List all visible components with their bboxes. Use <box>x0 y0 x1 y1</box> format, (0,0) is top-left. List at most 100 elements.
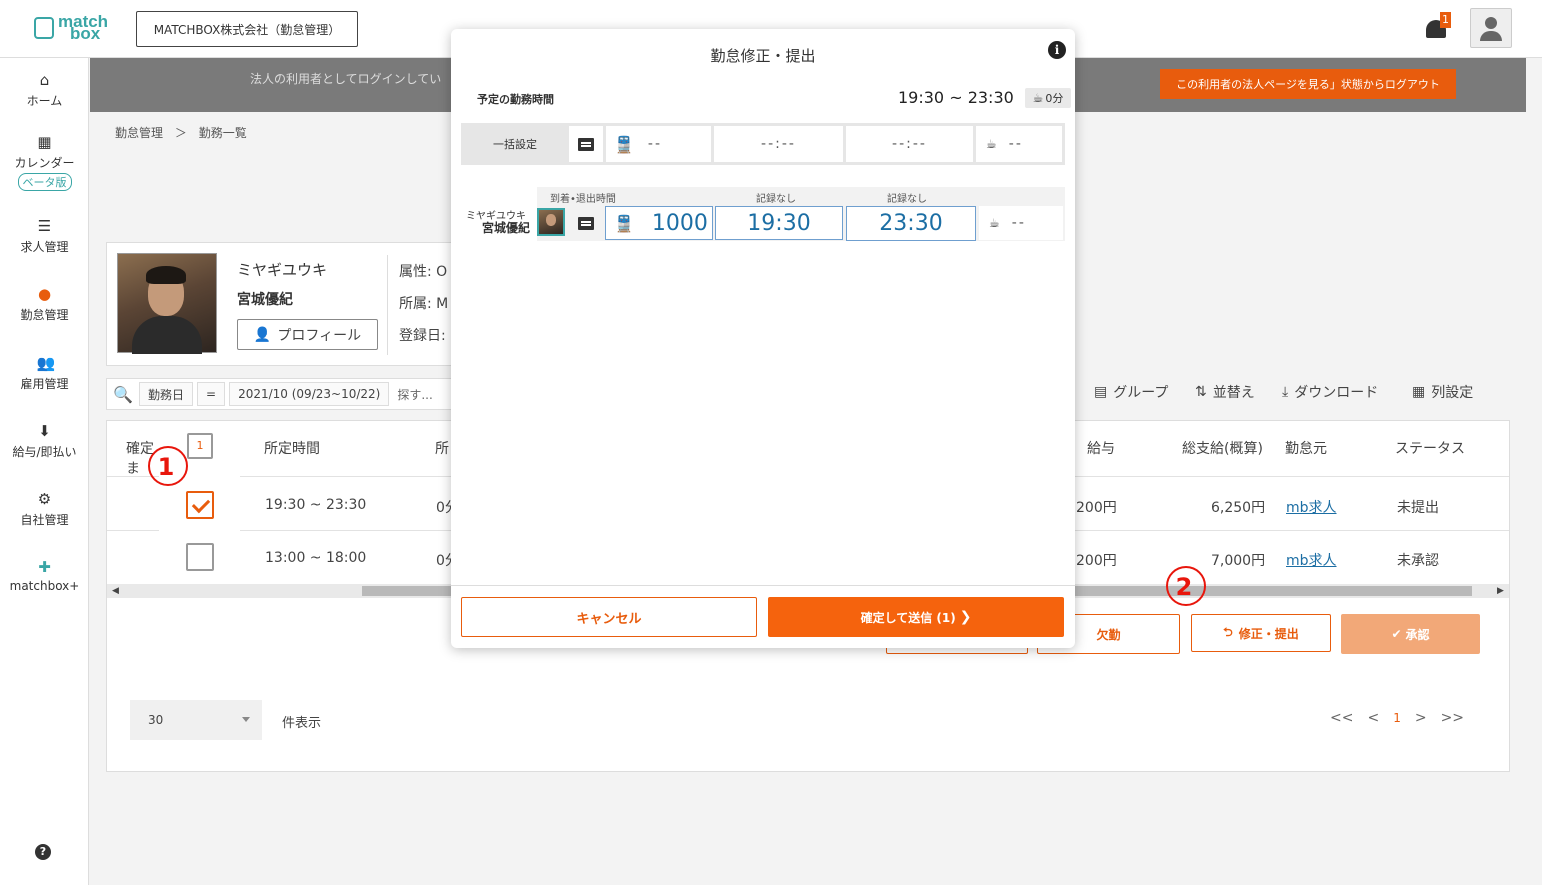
scroll-right-icon[interactable]: ▶ <box>1497 584 1504 598</box>
chevron-right-icon: ❯ <box>959 609 972 625</box>
sort-tool[interactable]: ⇅ 並替え <box>1195 382 1255 402</box>
sidebar-item-company[interactable]: ⚙ 自社管理 <box>0 491 89 528</box>
profile-button[interactable]: 👤 プロフィール <box>237 319 378 350</box>
next-page-button[interactable]: > <box>1415 710 1427 726</box>
employee-name: 宮城優紀 <box>482 221 531 235</box>
row2-scheduled: 13:00 ~ 18:00 <box>265 550 367 566</box>
breadcrumb-parent[interactable]: 勤怠管理 <box>115 126 163 140</box>
search-icon: 🔍 <box>113 384 133 404</box>
scheduled-time-label: 予定の勤務時間 <box>477 93 554 106</box>
row-checkbox[interactable] <box>186 491 214 519</box>
row2-wage: 200円 <box>1076 553 1117 569</box>
col-header-total: 総支給(概算) <box>1182 441 1263 457</box>
col-arrival-label: 到着•退出時間 <box>550 194 616 205</box>
employee-transport-input[interactable]: 🚆 1000 <box>605 206 713 240</box>
user-menu-button[interactable] <box>1470 8 1512 48</box>
row1-status: 未提出 <box>1397 500 1439 516</box>
approve-button[interactable]: ✔ 承認 <box>1341 614 1480 654</box>
salary-icon: ⬇ <box>38 422 51 440</box>
sort-icon: ⇅ <box>1195 384 1207 400</box>
sidebar-item-jobs[interactable]: ☰ 求人管理 <box>0 218 89 255</box>
users-icon: 👥 <box>36 354 56 372</box>
info-icon[interactable]: i <box>1048 41 1066 59</box>
col-header-confirm-2: ま <box>126 461 140 477</box>
employee-start-input[interactable]: 19:30 <box>715 206 843 240</box>
home-icon: ⌂ <box>39 71 50 89</box>
search-op-chip: = <box>197 382 226 406</box>
matchbox-logo[interactable]: match box <box>34 12 109 43</box>
bulk-end-field[interactable]: --:-- <box>846 126 973 162</box>
select-all-checkbox[interactable]: 1 <box>187 433 213 459</box>
pagination: << < 1 > >> <box>1330 710 1464 726</box>
fix-submit-button[interactable]: ⮌ 修正・提出 <box>1191 614 1331 652</box>
logout-as-user-button[interactable]: この利用者の法人ページを見る」状態からログアウト <box>1160 69 1456 99</box>
memo-icon <box>578 137 594 151</box>
breadcrumb: 勤怠管理 ＞ 勤務一覧 <box>115 126 247 140</box>
coffee-icon: ☕ <box>986 137 997 151</box>
coffee-icon: ☕ <box>989 216 1000 230</box>
col-header-source: 勤怠元 <box>1285 441 1327 457</box>
last-page-button[interactable]: >> <box>1441 710 1464 726</box>
bulk-memo-button[interactable] <box>569 126 603 162</box>
train-icon: 🚆 <box>614 134 634 154</box>
sidebar-item-home[interactable]: ⌂ ホーム <box>0 72 89 109</box>
employee-end-input[interactable]: 23:30 <box>846 206 976 241</box>
scroll-left-icon[interactable]: ◀ <box>112 584 119 598</box>
search-input[interactable]: 探す... <box>393 386 432 403</box>
row-checkbox[interactable] <box>186 543 214 571</box>
company-selector-button[interactable]: MATCHBOX株式会社（勤怠管理） <box>136 11 358 47</box>
check-icon: ✔ <box>1391 627 1402 641</box>
scheduled-break-badge: ☕ 0分 <box>1025 88 1071 108</box>
attendance-icon: ● <box>37 285 52 303</box>
group-tool[interactable]: ▤ グループ <box>1094 382 1168 402</box>
search-field-chip[interactable]: 勤務日 <box>139 382 194 406</box>
bulk-start-field[interactable]: --:-- <box>714 126 843 162</box>
col-header-wage: 給与 <box>1087 441 1115 457</box>
prev-page-button[interactable]: < <box>1367 710 1379 726</box>
sidebar-item-calendar[interactable]: ▦ カレンダー ベータ版 <box>0 134 89 191</box>
list-icon: ☰ <box>37 217 52 235</box>
sidebar-item-matchbox-plus[interactable]: ✚ matchbox+ <box>0 559 89 593</box>
download-tool[interactable]: ⤓ ダウンロード <box>1282 382 1378 402</box>
notification-bell-icon[interactable]: 1 <box>1424 12 1451 42</box>
notification-badge: 1 <box>1440 12 1451 28</box>
current-page[interactable]: 1 <box>1393 711 1401 725</box>
sidebar-item-employment[interactable]: 👥 雇用管理 <box>0 355 89 392</box>
logo-hex-icon <box>34 17 54 39</box>
scheduled-time-row: 予定の勤務時間 19:30 ~ 23:30 ☕ 0分 <box>461 83 1071 113</box>
employee-avatar <box>537 208 565 236</box>
modal-title: 勤怠修正・提出 <box>710 47 816 65</box>
profile-card: ミヤギユウキ 宮城優紀 👤 プロフィール 属性: O 所属: M 登録日: <box>106 242 466 366</box>
per-page-select[interactable]: 30 <box>130 700 262 740</box>
row1-source-link[interactable]: mb求人 <box>1286 497 1337 517</box>
per-page-label: 件表示 <box>282 716 322 731</box>
bulk-break-field[interactable]: ☕ -- <box>976 126 1062 162</box>
confirm-submit-button[interactable]: 確定して送信 (1) ❯ <box>768 597 1064 637</box>
scheduled-time-value: 19:30 ~ 23:30 <box>898 88 1014 107</box>
row2-source-link[interactable]: mb求人 <box>1286 550 1337 570</box>
columns-icon: ▦ <box>1412 384 1426 400</box>
sidebar-item-attendance[interactable]: ● 勤怠管理 <box>0 286 89 323</box>
logo-text: match box <box>58 12 109 43</box>
col-header-col2: 所 <box>435 441 449 457</box>
company-icon: ⚙ <box>37 490 52 508</box>
banner-text: 法人の利用者としてログインしてい <box>250 72 442 86</box>
profile-kana: ミヤギユウキ <box>237 261 328 279</box>
sidebar-item-salary[interactable]: ⬇ 給与/即払い <box>0 423 89 460</box>
profile-registered: 登録日: <box>399 328 446 344</box>
employee-memo-button[interactable] <box>571 206 601 240</box>
coffee-icon: ☕ <box>1032 91 1044 105</box>
bulk-transport-field[interactable]: 🚆 -- <box>606 126 711 162</box>
calendar-icon: ▦ <box>37 133 52 151</box>
chevron-down-icon <box>242 717 250 722</box>
profile-name: 宮城優紀 <box>237 292 293 308</box>
search-bar[interactable]: 🔍 勤務日 = 2021/10 (09/23~10/22) 探す... <box>106 378 454 410</box>
first-page-button[interactable]: << <box>1330 710 1353 726</box>
employee-break-input[interactable]: ☕ -- <box>979 206 1063 240</box>
help-icon[interactable]: ? <box>35 844 51 860</box>
profile-attribute: 属性: O <box>399 264 448 280</box>
column-settings-tool[interactable]: ▦ 列設定 <box>1412 382 1473 402</box>
cancel-button[interactable]: キャンセル <box>461 597 757 637</box>
row1-wage: 200円 <box>1076 500 1117 516</box>
search-value-chip[interactable]: 2021/10 (09/23~10/22) <box>229 382 390 406</box>
